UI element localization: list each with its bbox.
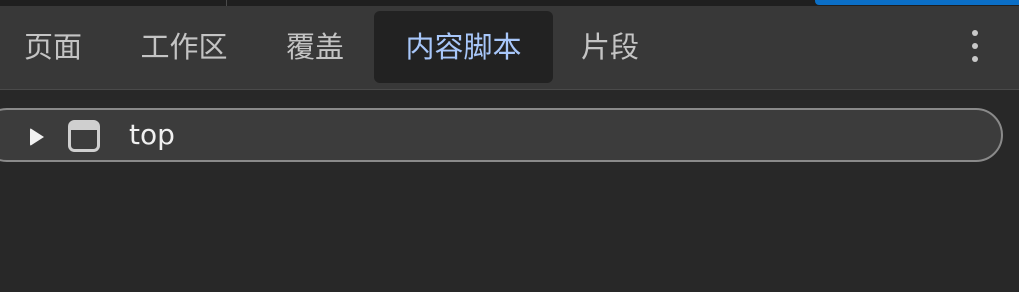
tab-content-scripts[interactable]: 内容脚本 <box>374 11 553 83</box>
expand-arrow-icon[interactable] <box>30 128 44 146</box>
tab-page[interactable]: 页面 <box>8 11 98 83</box>
tab-workspace[interactable]: 工作区 <box>124 11 244 83</box>
accent-indicator <box>815 0 1019 5</box>
tree-item-label: top <box>129 118 175 151</box>
frame-icon <box>68 120 100 152</box>
tree-item-top[interactable]: top <box>0 108 1003 162</box>
more-vertical-icon[interactable] <box>961 24 989 68</box>
navigator-tree-panel: top <box>0 91 1019 292</box>
sources-navigator-tabbar: 页面 工作区 覆盖 内容脚本 片段 <box>0 6 1019 90</box>
tab-snippets[interactable]: 片段 <box>565 11 655 83</box>
tab-overrides[interactable]: 覆盖 <box>270 11 360 83</box>
